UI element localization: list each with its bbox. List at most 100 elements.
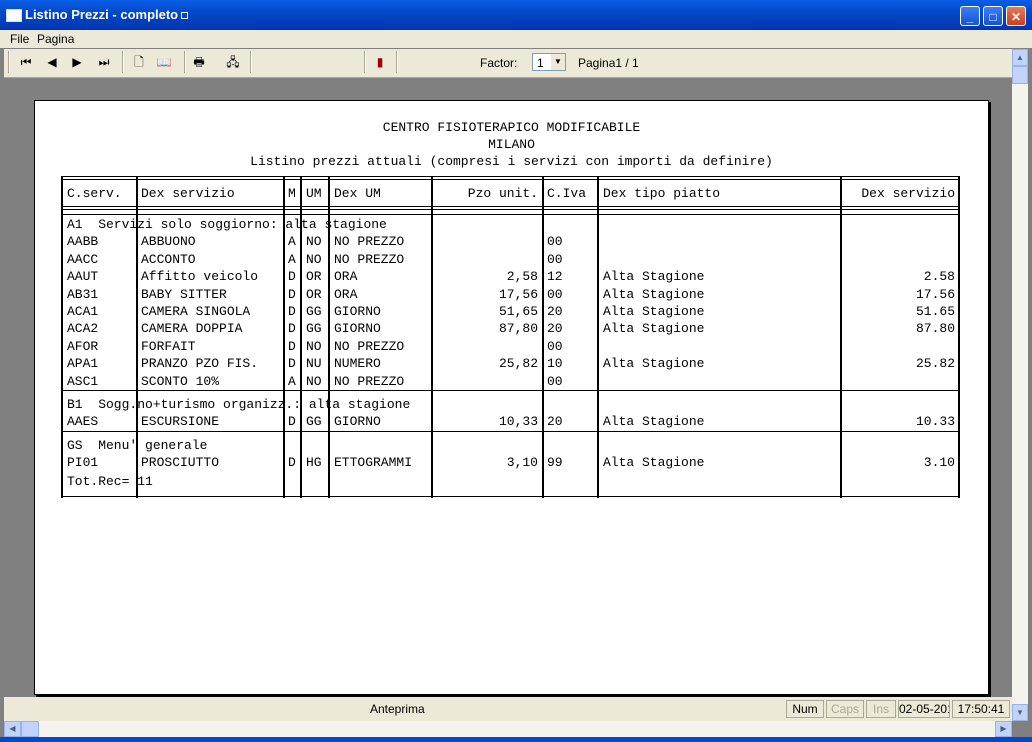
scroll-down-icon[interactable]: ▼ <box>1012 704 1028 721</box>
table-cell: AB31 <box>67 286 99 302</box>
chevron-down-icon[interactable]: ▼ <box>551 54 565 70</box>
horizontal-scrollbar[interactable]: ◀ ▶ <box>4 721 1012 737</box>
factor-value: 1 <box>537 56 544 70</box>
report-subtitle: Listino prezzi attuali (compresi i servi… <box>250 154 773 169</box>
menu-bar: File Pagina <box>0 30 1032 48</box>
table-cell: D <box>288 356 296 372</box>
insert-indicator: Ins <box>866 700 896 718</box>
scroll-right-icon[interactable]: ▶ <box>995 721 1012 737</box>
table-cell: ACA1 <box>67 304 99 319</box>
table-cell: NO PREZZO <box>334 251 405 267</box>
next-page-icon[interactable]: ▶ <box>69 54 85 70</box>
previous-page-icon[interactable]: ◀ <box>44 54 60 70</box>
rule <box>61 179 960 180</box>
table-cell: 00 <box>547 251 563 267</box>
table-cell: 10.33 <box>915 414 955 430</box>
header-dex-tipo-piatto: Dex tipo piatto <box>603 186 721 201</box>
toolbar-separator <box>122 51 124 73</box>
table-cell: NO <box>306 373 322 389</box>
status-date: 02-05-2016 <box>898 700 950 718</box>
scroll-up-icon[interactable]: ▲ <box>1012 49 1028 66</box>
table-cell: A <box>288 251 296 267</box>
table-cell: GIORNO <box>334 304 381 319</box>
table-cell: A <box>288 373 296 389</box>
two-pages-icon[interactable]: 📖 <box>156 54 172 70</box>
table-cell: 12 <box>547 269 563 285</box>
column-line <box>542 176 544 498</box>
table-cell: D <box>288 414 296 430</box>
close-button[interactable]: ✕ <box>1006 6 1026 26</box>
table-cell: Alta Stagione <box>603 269 705 285</box>
table-cell: Alta Stagione <box>603 455 705 471</box>
toolbar: ⏮ ◀ ▶ ⏭ 🗋 📖 🖶 🖧 ▮ Factor: 1 ▼ Pagina1 / … <box>4 49 1012 78</box>
column-line <box>597 176 599 498</box>
header-dex-um: Dex UM <box>334 186 381 201</box>
factor-select[interactable]: 1 ▼ <box>532 53 566 71</box>
column-line <box>840 176 842 498</box>
table-cell: 10 <box>547 356 563 372</box>
table-cell: AAES <box>67 414 99 430</box>
table-cell: GIORNO <box>334 321 381 337</box>
menu-file[interactable]: File <box>10 32 29 46</box>
export-icon[interactable]: 🖧 <box>225 54 241 70</box>
scroll-thumb[interactable] <box>1012 66 1028 84</box>
table-cell: Affitto veicolo <box>141 269 259 285</box>
table-cell: FORFAIT <box>141 338 196 354</box>
table-cell: 25.82 <box>915 356 955 372</box>
page-indicator: Pagina1 / 1 <box>578 56 639 70</box>
print-icon[interactable]: 🖶 <box>191 54 207 70</box>
header-dex-servizio: Dex servizio <box>141 186 235 201</box>
table-cell: D <box>288 269 296 285</box>
exit-door-icon[interactable]: ▮ <box>372 54 388 70</box>
last-page-icon[interactable]: ⏭ <box>96 54 112 70</box>
header-civa: C.Iva <box>547 186 587 201</box>
table-cell: CAMERA DOPPIA <box>141 321 243 337</box>
table-cell: 20 <box>547 321 563 337</box>
app-icon[interactable] <box>6 9 22 22</box>
single-page-icon[interactable]: 🗋 <box>131 54 147 70</box>
table-cell: PI01 <box>67 455 99 471</box>
table-cell: 20 <box>547 304 563 319</box>
vertical-scrollbar[interactable]: ▲ ▼ <box>1012 49 1028 721</box>
table-cell: AABB <box>67 234 99 250</box>
header-m: M <box>288 186 296 201</box>
table-cell: 00 <box>547 234 563 250</box>
table-cell: 99 <box>547 455 563 471</box>
minimize-button[interactable]: _ <box>960 6 980 26</box>
rule <box>61 496 960 497</box>
status-text: Anteprima <box>370 702 425 716</box>
status-time: 17:50:41 <box>952 700 1010 718</box>
table-cell: AAUT <box>67 269 99 285</box>
table-cell: GG <box>306 304 322 319</box>
toolbar-separator <box>396 51 398 73</box>
table-cell: NO PREZZO <box>334 338 405 354</box>
report-city: MILANO <box>488 137 535 152</box>
rule <box>61 214 960 215</box>
table-cell: 00 <box>547 338 563 354</box>
table-cell: ORA <box>334 286 358 302</box>
header-cserv: C.serv. <box>67 186 122 201</box>
scroll-left-icon[interactable]: ◀ <box>4 721 21 737</box>
table-cell: D <box>288 321 296 337</box>
table-cell: GIORNO <box>334 414 381 430</box>
table-cell: NO PREZZO <box>334 234 405 250</box>
table-cell: 3,10 <box>506 455 538 471</box>
num-lock-indicator: Num <box>786 700 824 718</box>
table-cell: ETTOGRAMMI <box>334 455 413 471</box>
header-pzo-unit: Pzo unit. <box>467 186 538 201</box>
scroll-thumb-horizontal[interactable] <box>21 721 39 737</box>
table-cell: GG <box>306 321 322 337</box>
menu-pagina[interactable]: Pagina <box>37 32 74 46</box>
rule <box>61 431 960 432</box>
caps-lock-indicator: Caps <box>826 700 864 718</box>
maximize-button[interactable]: □ <box>983 6 1003 26</box>
table-cell: BABY SITTER <box>141 286 227 302</box>
group-title: GS Menu' generale <box>67 438 208 453</box>
window-bottom-border <box>0 737 1032 742</box>
column-line <box>958 176 960 498</box>
table-cell: 87,80 <box>498 321 538 337</box>
table-cell: PRANZO PZO FIS. <box>141 356 259 372</box>
toolbar-separator <box>8 51 10 73</box>
toolbar-separator <box>250 51 252 73</box>
first-page-icon[interactable]: ⏮ <box>18 54 34 70</box>
